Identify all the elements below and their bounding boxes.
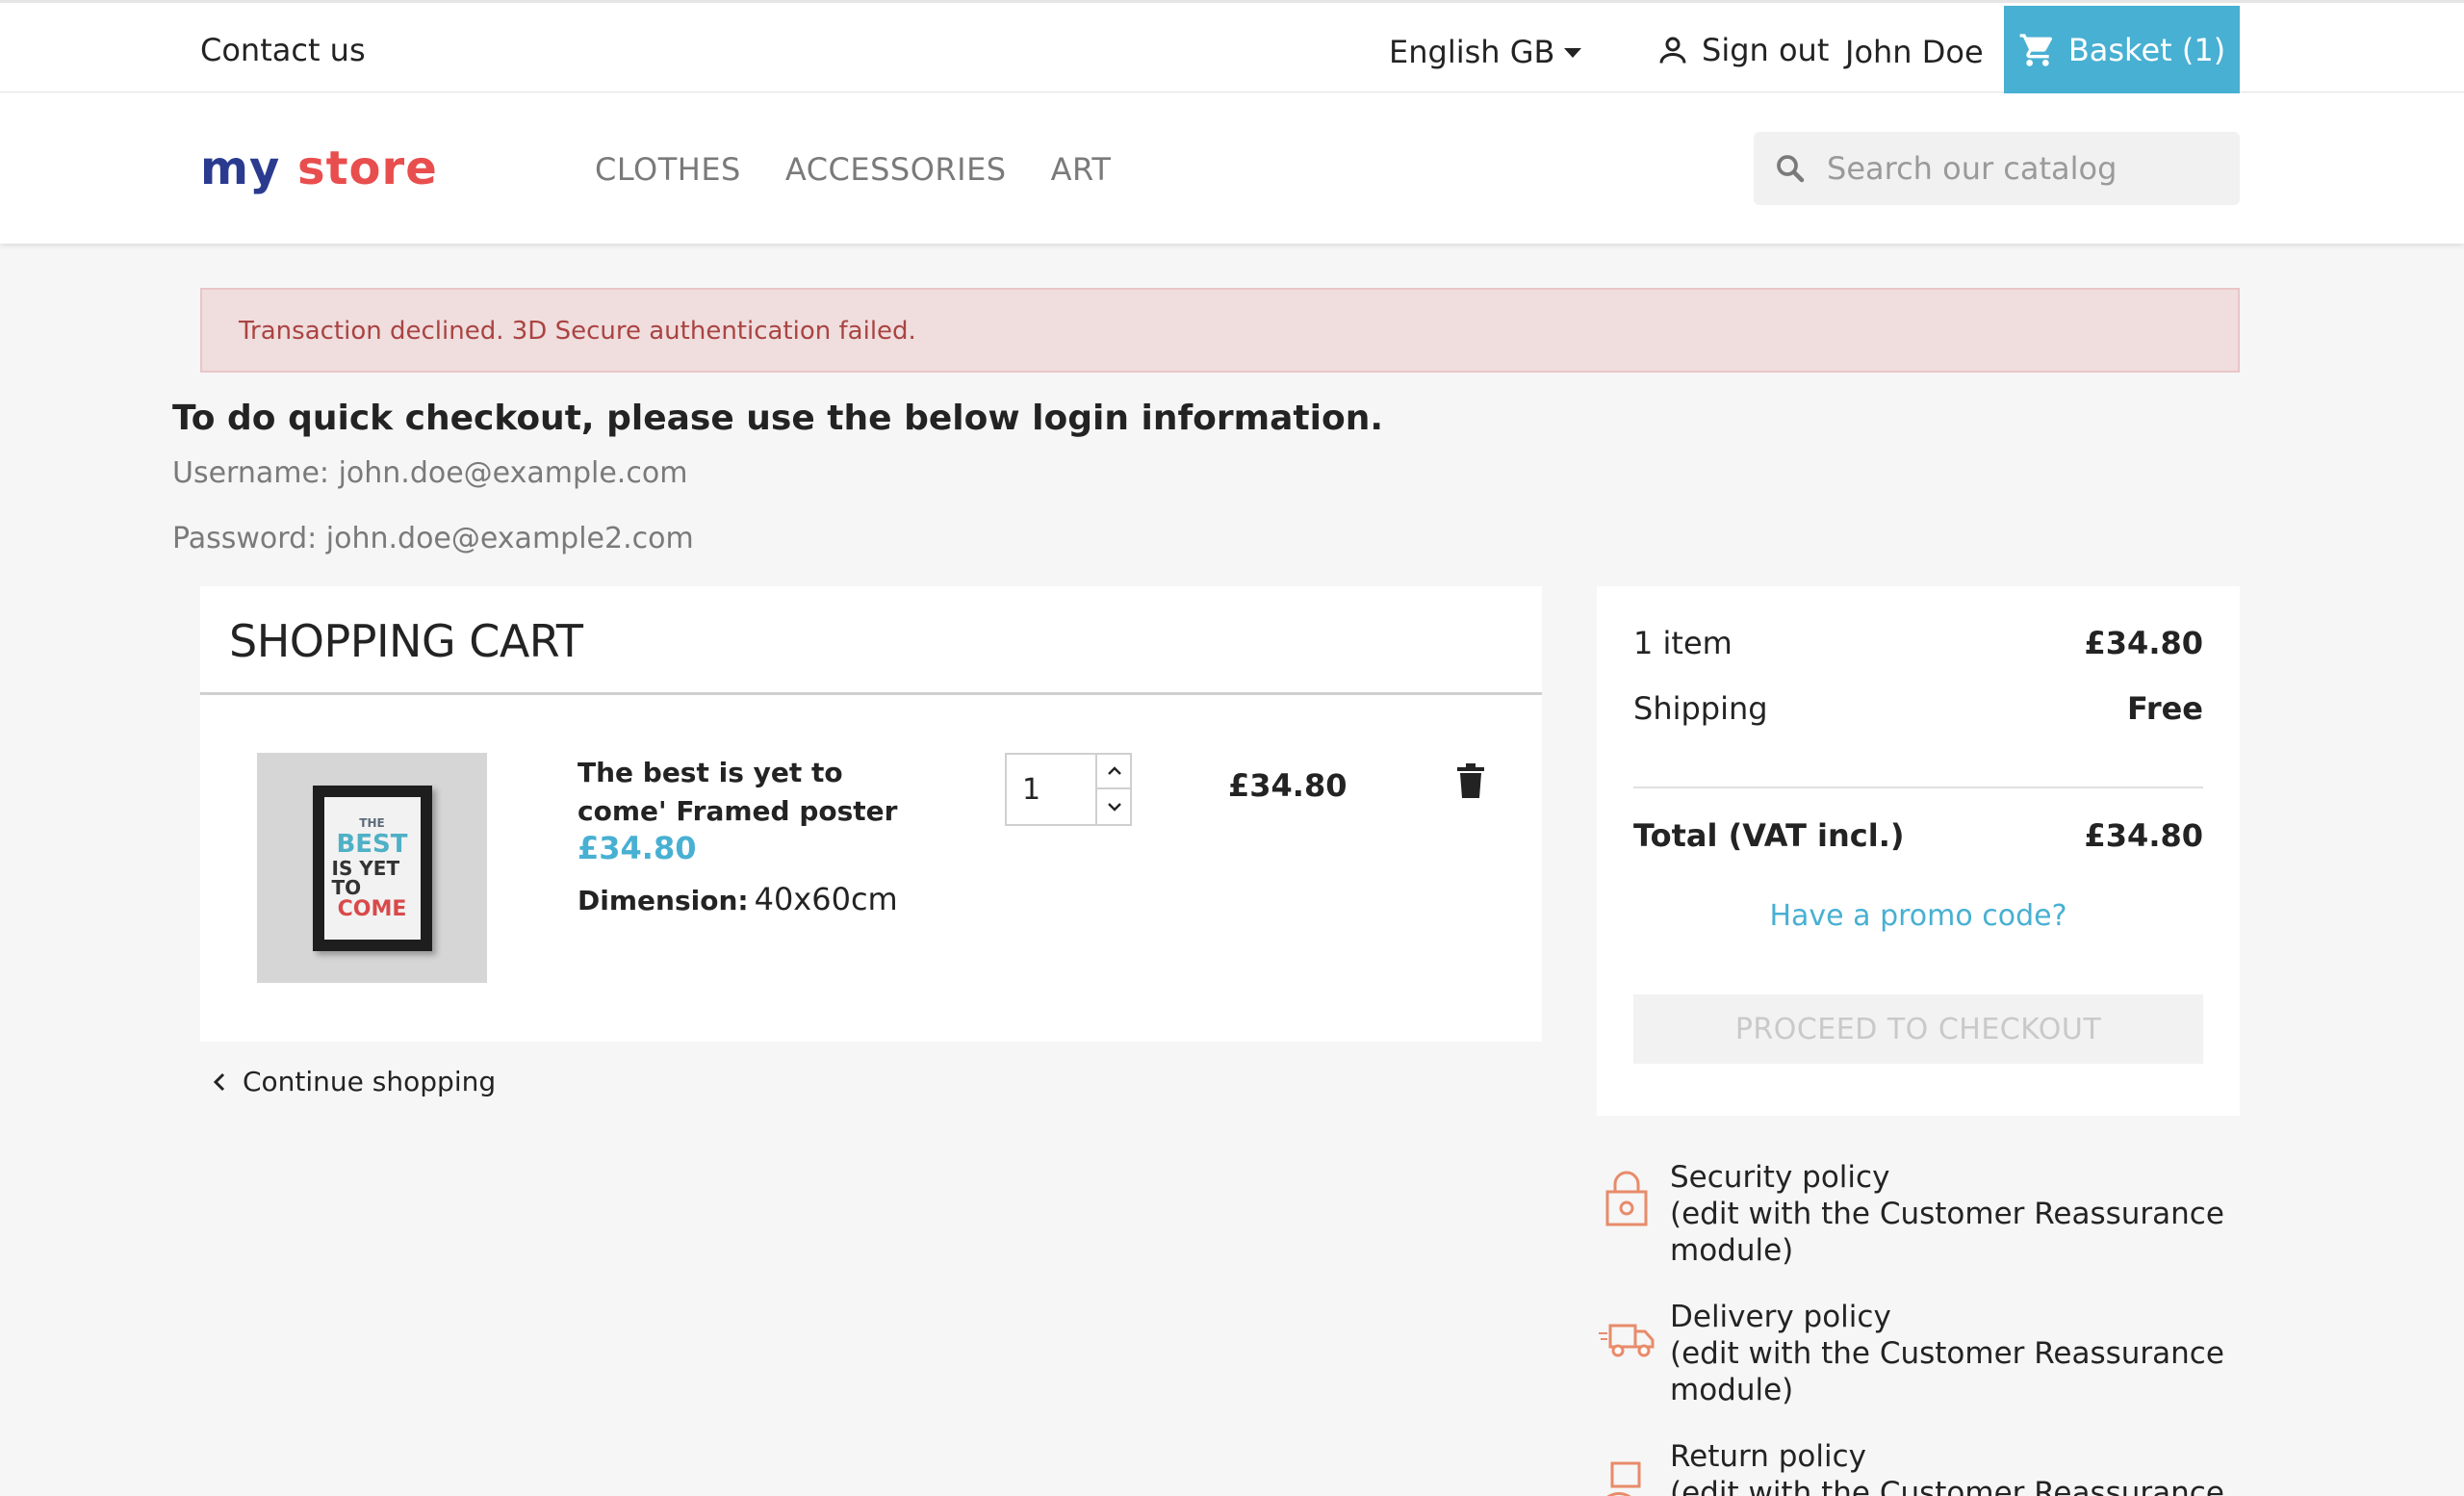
reassurance-return: Return policy (edit with the Customer Re… <box>1597 1438 2271 1496</box>
account-link[interactable]: John Doe <box>1845 34 1984 70</box>
summary-shipping-row: Shipping Free <box>1633 690 2203 727</box>
quick-checkout-title: To do quick checkout, please use the bel… <box>172 399 1383 438</box>
search-box <box>1754 132 2240 205</box>
summary-items-label: 1 item <box>1633 625 1732 661</box>
sign-out-link[interactable]: Sign out <box>1656 32 1829 68</box>
nav-item-clothes[interactable]: CLOTHES <box>595 151 741 188</box>
nav-item-accessories[interactable]: ACCESSORIES <box>785 151 1007 188</box>
lock-icon <box>1605 1171 1648 1226</box>
summary-items-row: 1 item £34.80 <box>1633 625 2203 661</box>
user-icon <box>1659 37 1686 64</box>
cart-icon <box>2019 34 2052 66</box>
cart-summary-panel: 1 item £34.80 Shipping Free Total (VAT i… <box>1597 586 2240 1116</box>
remove-item-button[interactable] <box>1456 762 1485 803</box>
summary-total-label: Total (VAT incl.) <box>1633 817 1905 854</box>
poster-text-line: THE <box>359 815 385 830</box>
cart-title: SHOPPING CART <box>229 615 583 667</box>
product-unit-price: £34.80 <box>578 830 697 866</box>
reassurance-text: (edit with the Customer Reassurance modu… <box>1670 1336 2224 1407</box>
trash-icon <box>1457 763 1484 798</box>
reassurance-security: Security policy (edit with the Customer … <box>1597 1159 2271 1269</box>
quantity-increase-button[interactable] <box>1095 755 1132 789</box>
contact-us-link[interactable]: Contact us <box>200 32 366 68</box>
main-nav: CLOTHES ACCESSORIES ART <box>595 151 1111 188</box>
basket-label: Basket (1) <box>2067 32 2226 68</box>
quick-checkout-username: Username: john.doe@example.com <box>172 456 688 490</box>
summary-divider <box>1633 787 2203 788</box>
search-input[interactable] <box>1827 150 2212 187</box>
reassurance-text: (edit with the Customer Reassurance modu… <box>1670 1197 2224 1268</box>
poster-text-line: BEST <box>336 829 408 859</box>
poster-frame: THE BEST IS YET TO COME <box>312 785 432 951</box>
logo-text-store: store <box>297 142 438 195</box>
product-name-link[interactable]: The best is yet to come' Framed poster <box>578 754 924 831</box>
product-thumbnail[interactable]: THE BEST IS YET TO COME <box>257 753 487 983</box>
quick-checkout-password: Password: john.doe@example2.com <box>172 522 694 555</box>
dimension-label: Dimension: <box>578 885 749 916</box>
continue-shopping-label: Continue shopping <box>243 1066 497 1097</box>
search-icon[interactable] <box>1773 151 1808 186</box>
error-alert: Transaction declined. 3D Secure authenti… <box>200 288 2240 373</box>
quantity-decrease-button[interactable] <box>1095 789 1132 824</box>
summary-total-value: £34.80 <box>2084 817 2203 854</box>
product-dimension: Dimension: 40x60cm <box>578 881 898 917</box>
poster-text-line: COME <box>337 896 407 921</box>
store-logo[interactable]: my store <box>200 142 438 195</box>
chevron-down-icon <box>1108 803 1121 812</box>
caret-down-icon <box>1564 48 1582 58</box>
main-header: my store CLOTHES ACCESSORIES ART <box>0 93 2464 244</box>
promo-code-link[interactable]: Have a promo code? <box>1597 899 2240 933</box>
language-label: English GB <box>1389 34 1555 70</box>
language-selector[interactable]: English GB <box>1389 34 1582 70</box>
shopping-cart-panel: SHOPPING CART THE BEST IS YET TO COME Th… <box>200 586 1542 1042</box>
reassurance-delivery: Delivery policy (edit with the Customer … <box>1597 1299 2271 1408</box>
quantity-stepper <box>1005 753 1132 826</box>
basket-button[interactable]: Basket (1) <box>2004 6 2240 94</box>
reassurance-text: (edit with the Customer Reassurance modu… <box>1670 1476 2224 1496</box>
continue-shopping-link[interactable]: Continue shopping <box>212 1066 496 1097</box>
chevron-up-icon <box>1108 766 1121 775</box>
summary-items-value: £34.80 <box>2084 625 2203 661</box>
reassurance-title: Return policy <box>1670 1439 1866 1474</box>
quantity-input[interactable] <box>1007 755 1095 824</box>
summary-shipping-label: Shipping <box>1633 690 1768 727</box>
proceed-to-checkout-button[interactable]: PROCEED TO CHECKOUT <box>1633 994 2203 1064</box>
summary-shipping-value: Free <box>2127 690 2203 727</box>
return-box-icon <box>1606 1461 1641 1496</box>
sign-out-label: Sign out <box>1702 32 1830 68</box>
reassurance-title: Delivery policy <box>1670 1300 1891 1334</box>
nav-item-art[interactable]: ART <box>1051 151 1112 188</box>
line-total-price: £34.80 <box>1228 767 1348 804</box>
reassurance-title: Security policy <box>1670 1160 1890 1195</box>
chevron-left-icon <box>213 1072 225 1091</box>
poster-text-line: IS YET TO <box>331 856 400 899</box>
dimension-value: 40x60cm <box>754 881 898 917</box>
truck-icon <box>1599 1324 1655 1357</box>
logo-text-my: my <box>200 142 281 195</box>
top-bar: Contact us English GB Sign out John Doe … <box>0 0 2464 94</box>
cart-divider <box>200 692 1542 695</box>
summary-total-row: Total (VAT incl.) £34.80 <box>1633 817 2203 854</box>
